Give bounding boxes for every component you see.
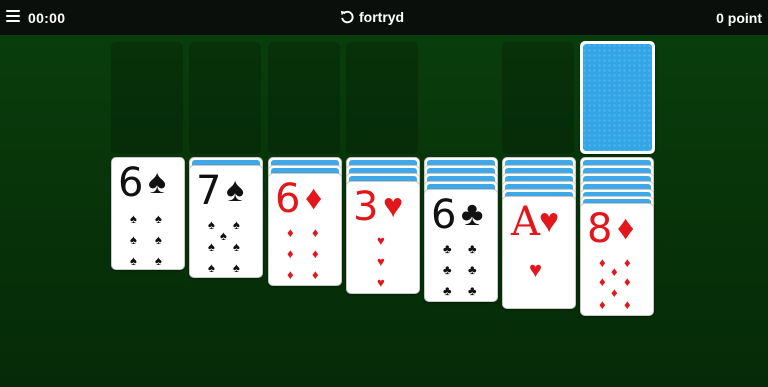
foundation-slot-1[interactable] bbox=[111, 42, 183, 154]
tableau-card[interactable]: 7 ♠ ♠ ♠ ♠ ♠ ♠ ♠ ♠ bbox=[189, 165, 263, 278]
undo-label: fortryd bbox=[359, 9, 405, 25]
card-rank: 8 bbox=[587, 206, 613, 252]
undo-button[interactable]: fortryd bbox=[340, 9, 404, 25]
card-rank: 3 bbox=[353, 184, 379, 230]
card-suit: ♥ bbox=[383, 187, 404, 225]
tableau-card[interactable]: 3 ♥ ♥ ♥ ♥ bbox=[346, 181, 420, 294]
tableau-card[interactable]: 6 ♦ ♦ ♦ ♦ ♦ ♦ ♦ bbox=[268, 173, 342, 286]
tableau-card[interactable]: 6 ♠ ♠ ♠ ♠ ♠ ♠ ♠ bbox=[111, 157, 185, 270]
foundation-slot-4[interactable] bbox=[346, 42, 418, 154]
stock-pile[interactable] bbox=[580, 41, 655, 154]
undo-icon bbox=[340, 10, 354, 24]
card-suit: ♠ bbox=[148, 163, 167, 201]
score: 0 point bbox=[716, 10, 762, 26]
timer: 00:00 bbox=[28, 10, 66, 26]
card-rank: 6 bbox=[118, 160, 144, 206]
foundation-slot-2[interactable] bbox=[189, 42, 261, 154]
foundation-slot-3[interactable] bbox=[268, 42, 340, 154]
card-suit: ♥ bbox=[539, 202, 560, 240]
card-suit: ♣ bbox=[461, 195, 484, 233]
card-rank: 6 bbox=[275, 176, 301, 222]
card-suit: ♠ bbox=[226, 171, 245, 209]
card-back bbox=[583, 44, 652, 151]
card-rank: 6 bbox=[431, 192, 457, 238]
card-rank: 7 bbox=[196, 168, 222, 214]
waste-slot[interactable] bbox=[502, 42, 574, 154]
tableau-card[interactable]: 8 ♦ ♦ ♦ ♦ ♦ ♦ ♦ ♦ ♦ bbox=[580, 203, 654, 316]
card-rank: A bbox=[511, 199, 540, 245]
card-suit: ♦ bbox=[305, 179, 323, 217]
tableau-card[interactable]: 6 ♣ ♣ ♣ ♣ ♣ ♣ ♣ bbox=[424, 189, 498, 302]
menu-icon[interactable] bbox=[6, 10, 20, 23]
top-bar: 00:00 fortryd 0 point bbox=[0, 0, 768, 35]
tableau-card[interactable]: A ♥ ♥ bbox=[502, 196, 576, 309]
card-suit: ♦ bbox=[617, 209, 635, 247]
